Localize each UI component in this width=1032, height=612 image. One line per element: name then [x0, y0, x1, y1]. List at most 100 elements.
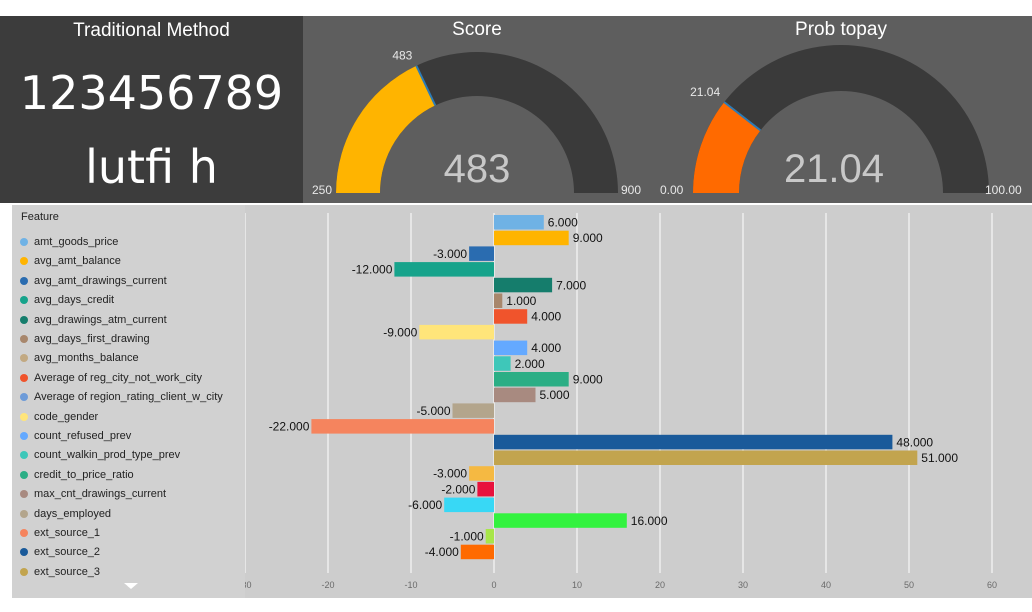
- prob-gauge-min: 0.00: [660, 183, 684, 197]
- legend-dot-icon: [20, 315, 28, 324]
- prob-gauge-max: 100.00: [985, 183, 1022, 197]
- prob-gauge[interactable]: Prob topay 21.04 21.04 0.00 100.00: [660, 19, 1022, 197]
- bar: [460, 544, 494, 560]
- x-tick-label: -30: [245, 580, 252, 590]
- bar-data-label: -3.000: [433, 247, 467, 261]
- legend-item-label: days_employed: [34, 507, 112, 520]
- legend-item[interactable]: credit_to_price_ratio: [20, 469, 134, 485]
- legend-dot-icon: [20, 412, 28, 421]
- legend-title: Feature: [21, 211, 59, 223]
- bar-data-label: -12.000: [352, 263, 393, 277]
- legend-item[interactable]: ext_source_2: [20, 546, 100, 562]
- legend-dot-icon: [20, 238, 28, 247]
- bar-data-label: 6.000: [548, 216, 578, 230]
- legend-item[interactable]: count_refused_prev: [20, 430, 131, 446]
- legend-item[interactable]: code_gender: [20, 411, 98, 427]
- scroll-down-icon[interactable]: [124, 583, 138, 589]
- legend-item[interactable]: avg_days_credit: [20, 294, 114, 310]
- feature-bar-chart: -30-20-1001020304050606.0009.000-3.000-1…: [245, 205, 1032, 598]
- bar-data-label: -22.000: [269, 420, 310, 434]
- score-gauge-fill: [336, 65, 436, 193]
- bar: [452, 403, 494, 418]
- score-gauge[interactable]: Score 483 483 250 900: [312, 19, 641, 197]
- bar-data-label: -6.000: [408, 498, 442, 512]
- legend-dot-icon: [20, 567, 28, 576]
- bar-data-label: 16.000: [631, 514, 668, 528]
- bar-data-label: 5.000: [540, 388, 570, 402]
- legend-dot-icon: [20, 490, 28, 499]
- legend-dot-icon: [20, 296, 28, 305]
- card-id-value: 123456789: [19, 66, 284, 120]
- legend-item-label: avg_months_balance: [34, 352, 139, 365]
- bar: [469, 466, 494, 481]
- legend-item[interactable]: amt_goods_price: [20, 236, 118, 252]
- prob-gauge-title: Prob topay: [795, 19, 887, 40]
- legend-item-label: avg_amt_drawings_current: [34, 274, 167, 287]
- bar: [494, 277, 553, 293]
- bar: [494, 309, 528, 324]
- legend-item-label: code_gender: [34, 410, 99, 423]
- legend-item[interactable]: avg_months_balance: [20, 352, 139, 368]
- bar-data-label: 1.000: [506, 294, 536, 308]
- legend-item[interactable]: count_walkin_prod_type_prev: [20, 449, 180, 465]
- legend-item[interactable]: Average of reg_city_not_work_city: [20, 372, 202, 388]
- bar: [494, 513, 627, 528]
- legend-item-label: Average of reg_city_not_work_city: [34, 371, 202, 384]
- bar-data-label: 9.000: [573, 373, 603, 387]
- bar: [394, 262, 494, 277]
- bar: [494, 450, 918, 465]
- prob-gauge-value: 21.04: [784, 147, 884, 191]
- bar-data-label: 2.000: [515, 357, 545, 371]
- legend-item[interactable]: days_employed: [20, 508, 111, 524]
- score-gauge-max: 900: [621, 183, 641, 197]
- legend-item[interactable]: max_cnt_drawings_current: [20, 488, 166, 504]
- legend-dot-icon: [20, 354, 28, 363]
- legend-item-label: avg_days_credit: [34, 294, 115, 307]
- bar: [485, 529, 494, 544]
- identity-card: Traditional Method 123456789 lutfi h: [0, 16, 303, 203]
- feature-legend: Feature amt_goods_price avg_amt_balanceav…: [12, 205, 245, 598]
- x-tick-label: 20: [655, 580, 665, 590]
- legend-item[interactable]: Average of region_rating_client_w_city: [20, 391, 223, 407]
- legend-dot-icon: [20, 335, 28, 344]
- x-tick-label: 0: [491, 580, 496, 590]
- legend-item-label: avg_drawings_atm_current: [34, 313, 167, 326]
- bar-data-label: 7.000: [556, 278, 586, 292]
- legend-dot-icon: [20, 548, 28, 557]
- bar: [444, 497, 494, 513]
- bar-chart-svg: -30-20-1001020304050606.0009.000-3.000-1…: [245, 213, 997, 590]
- legend-item-label: max_cnt_drawings_current: [34, 488, 167, 501]
- legend-item[interactable]: avg_drawings_atm_current: [20, 314, 167, 330]
- legend-dot-icon: [20, 509, 28, 518]
- legend-item-label: ext_source_2: [34, 546, 101, 559]
- card-title: Traditional Method: [73, 20, 230, 41]
- legend-dot-icon: [20, 257, 28, 266]
- legend-item[interactable]: ext_source_3: [20, 566, 100, 582]
- legend-dot-icon: [20, 470, 28, 479]
- bar-data-label: -9.000: [383, 325, 417, 339]
- bar: [494, 215, 544, 230]
- legend-item[interactable]: ext_source_1: [20, 527, 100, 543]
- bar-data-label: -3.000: [433, 467, 467, 481]
- legend-dot-icon: [20, 451, 28, 460]
- bar-data-label: -4.000: [425, 545, 459, 559]
- bar-data-label: -5.000: [416, 404, 450, 418]
- score-gauge-min: 250: [312, 183, 332, 197]
- bar-data-label: -1.000: [450, 530, 484, 544]
- bar: [311, 419, 494, 434]
- bar: [494, 387, 536, 403]
- gauges-panel: Score 483 483 250 900 Prob topay 21.04 2…: [303, 16, 1032, 203]
- legend-item[interactable]: avg_amt_drawings_current: [20, 275, 167, 291]
- bar: [494, 230, 569, 246]
- bar-data-label: 9.000: [573, 231, 603, 245]
- x-tick-label: 60: [987, 580, 997, 590]
- legend-item[interactable]: avg_days_first_drawing: [20, 333, 150, 349]
- legend-item[interactable]: avg_amt_balance: [20, 255, 121, 271]
- x-tick-label: 10: [572, 580, 582, 590]
- x-tick-label: 50: [904, 580, 914, 590]
- bar-data-label: -2.000: [441, 482, 475, 496]
- prob-gauge-marker-label: 21.04: [690, 85, 720, 99]
- legend-dot-icon: [20, 529, 28, 538]
- bar: [494, 293, 503, 308]
- legend-dot-icon: [20, 432, 28, 441]
